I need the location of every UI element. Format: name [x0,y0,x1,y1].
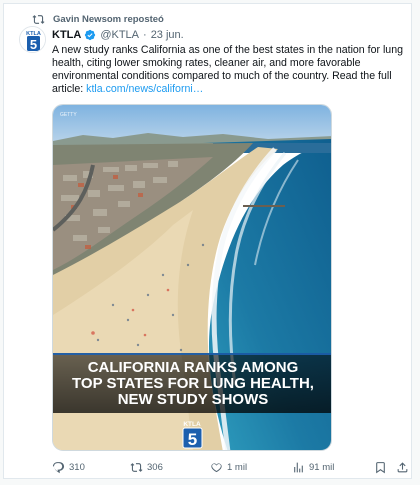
author-name[interactable]: KTLA [52,29,81,41]
tweet-date[interactable]: 23 jun. [151,29,184,41]
avatar[interactable]: KTLA 5 [19,26,46,53]
repost-label: Gavin Newsom reposteó [53,13,164,25]
heart-icon [211,462,222,472]
reply-count: 310 [69,461,85,473]
separator-dot: · [143,29,147,41]
repost-count: 306 [147,461,163,473]
views-button[interactable]: 91 mil [292,458,334,476]
article-link[interactable]: ktla.com/news/californi… [86,83,203,95]
tweet-text: A new study ranks California as one of t… [52,44,410,96]
author-handle[interactable]: @KTLA [100,29,139,41]
like-count: 1 mil [227,461,248,473]
action-bar: 310 306 1 mil 91 mil [52,458,412,476]
logo-number: 5 [188,430,197,449]
bookmark-button[interactable] [374,458,391,476]
reply-button[interactable]: 310 [52,458,85,476]
tweet-header: KTLA @KTLA · 23 jun. [52,28,184,42]
verified-badge-icon [85,29,96,41]
headline-line-1: CALIFORNIA RANKS AMONG [88,359,299,376]
repost-indicator[interactable]: Gavin Newsom reposteó [32,12,164,26]
like-button[interactable]: 1 mil [210,458,247,476]
repost-action-icon [130,462,143,472]
image-credit: GETTY [60,112,77,118]
share-button[interactable] [396,458,413,476]
views-count: 91 mil [309,461,335,473]
ktla-5-logo-icon: KTLA 5 [182,421,203,449]
ktla-logo-icon: KTLA 5 [20,27,45,52]
tweet-card[interactable]: Gavin Newsom reposteó KTLA 5 KTLA @KTLA … [3,3,412,479]
views-icon [294,462,303,472]
svg-text:5: 5 [30,37,37,52]
repost-button[interactable]: 306 [130,458,163,476]
logo-text: KTLA [183,421,201,428]
headline-line-3: NEW STUDY SHOWS [118,391,269,408]
reply-icon [52,461,65,473]
repost-icon [32,14,45,24]
headline-line-2: TOP STATES FOR LUNG HEALTH, [72,375,314,392]
share-icon [397,461,408,472]
tweet-image[interactable]: GETTY CALIFORNIA RANKS AMONG TOP STATES … [52,104,332,451]
bookmark-icon [376,461,385,473]
beach-photo: GETTY CALIFORNIA RANKS AMONG TOP STATES … [53,105,331,450]
